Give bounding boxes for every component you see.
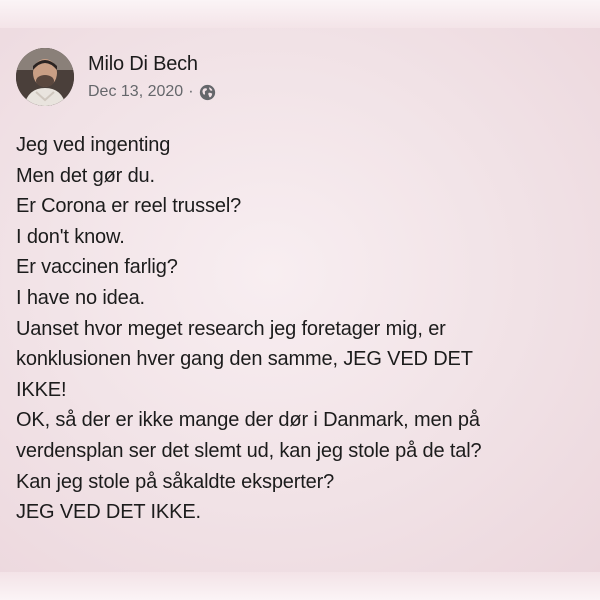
post-line: Men det gør du. (16, 164, 155, 187)
post-line: I don't know. (16, 225, 125, 248)
post-line: Er Corona er reel trussel? (16, 195, 242, 218)
post-line: Uanset hvor meget research jeg foretager… (16, 317, 446, 340)
top-margin (0, 0, 600, 30)
post-meta: Milo Di Bech Dec 13, 2020 · (88, 52, 216, 102)
post-date[interactable]: Dec 13, 2020 (88, 82, 183, 102)
post-line: JEG VED DET IKKE. (16, 501, 201, 524)
post-line: Kan jeg stole på såkaldte eksperter? (16, 470, 335, 493)
post-text: Jeg ved ingenting Men det gør du. Er Cor… (16, 130, 586, 528)
post-card: Milo Di Bech Dec 13, 2020 · Jeg ved inge… (0, 28, 600, 572)
post-line: konklusionen hver gang den samme, JEG VE… (16, 348, 473, 371)
post-line: OK, så der er ikke mange der dør i Danma… (16, 409, 480, 432)
avatar[interactable] (16, 48, 74, 106)
author-name[interactable]: Milo Di Bech (88, 52, 216, 76)
meta-separator: · (188, 83, 194, 100)
post-line: I have no idea. (16, 286, 145, 309)
post-line: verdensplan ser det slemt ud, kan jeg st… (16, 439, 482, 462)
globe-icon[interactable] (199, 84, 216, 101)
bottom-margin (0, 572, 600, 600)
post-subline: Dec 13, 2020 · (88, 82, 216, 102)
post-line: IKKE! (16, 378, 67, 401)
post-line: Er vaccinen farlig? (16, 256, 178, 279)
post-line: Jeg ved ingenting (16, 134, 171, 156)
post-header: Milo Di Bech Dec 13, 2020 · (16, 46, 216, 108)
avatar-photo (16, 48, 74, 106)
